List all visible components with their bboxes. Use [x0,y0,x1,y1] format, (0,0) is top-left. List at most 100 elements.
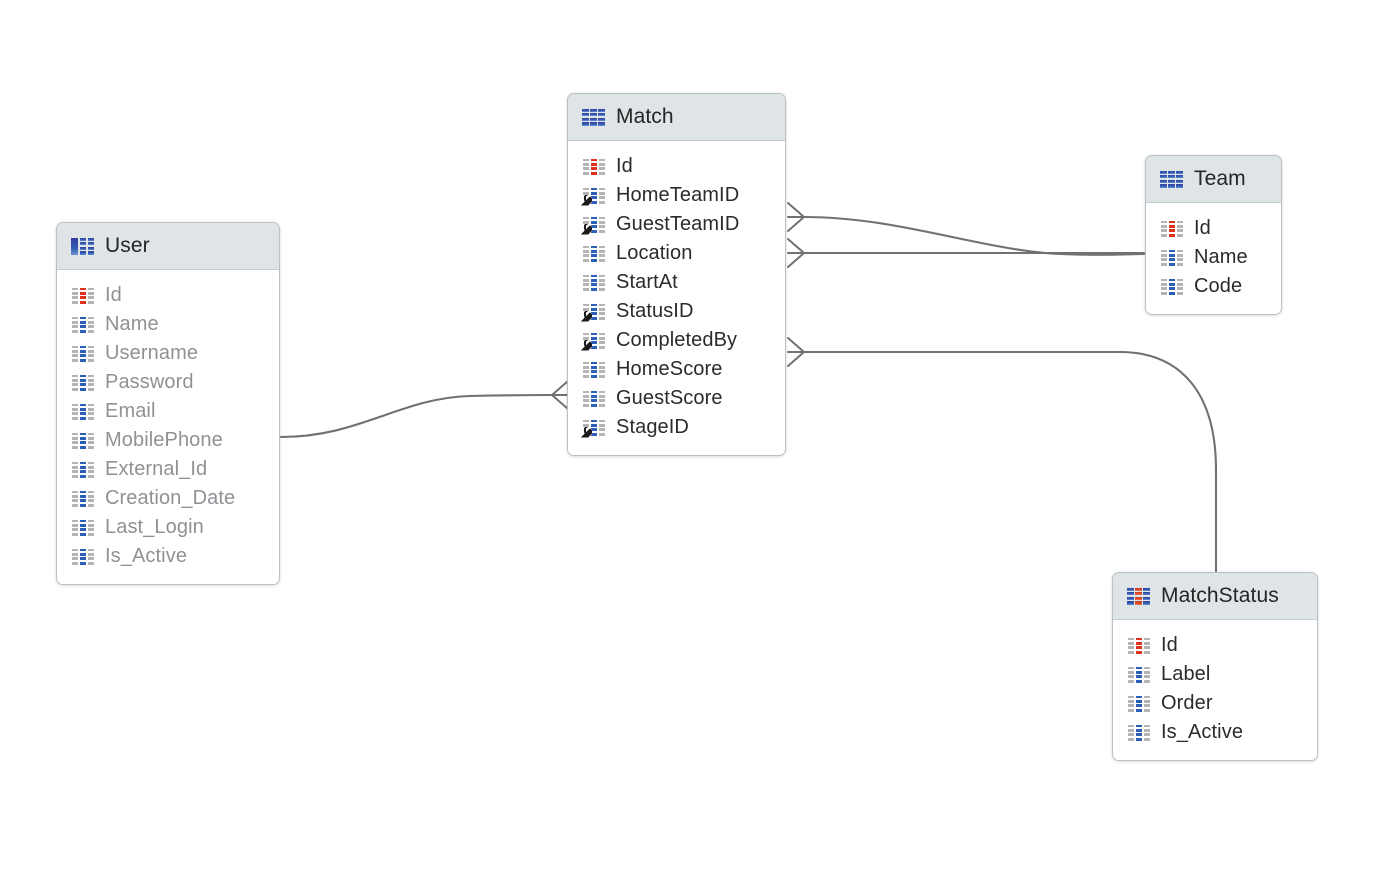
column-icon [72,374,94,391]
entity-matchstatus[interactable]: MatchStatus Id Label Order Is_Active [1112,572,1318,761]
relationship-line-match-team-home [802,215,1146,256]
entity-header-team[interactable]: Team [1146,156,1281,203]
column-foreign-key-icon [583,332,605,349]
column-foreign-key-icon [583,216,605,233]
entity-field[interactable]: Creation_Date [57,484,279,513]
entity-field-label: Password [105,371,194,393]
entity-field-label: Order [1161,692,1213,714]
column-icon [583,390,605,407]
entity-field-label: Location [616,242,693,264]
entity-field-label: Name [105,313,159,335]
entity-field[interactable]: CompletedBy [568,326,785,355]
entity-field[interactable]: StageID [568,413,785,442]
entity-field-label: Label [1161,663,1211,685]
table-key-icon [1127,587,1150,605]
entity-field[interactable]: External_Id [57,455,279,484]
entity-field-label: Id [1194,217,1211,239]
column-icon [583,274,605,291]
entity-field[interactable]: Name [1146,243,1281,272]
crowsfoot-match-team-home [787,202,805,232]
erd-canvas: User Id Name Username Password Email MobilePho… [0,0,1374,892]
crowsfoot-match-matchstatus [787,337,805,367]
entity-field[interactable]: Id [57,281,279,310]
entity-fields-user: Id Name Username Password Email MobilePhone Ex… [57,270,279,584]
entity-title: Match [616,105,674,128]
entity-field-label: Email [105,400,156,422]
entity-field[interactable]: StartAt [568,268,785,297]
entity-field[interactable]: Is_Active [1113,718,1317,747]
entity-field-label: MobilePhone [105,429,223,451]
entity-team[interactable]: Team Id Name Code [1145,155,1282,315]
column-icon [72,403,94,420]
entity-field[interactable]: Last_Login [57,513,279,542]
entity-fields-matchstatus: Id Label Order Is_Active [1113,620,1317,760]
entity-field-label: Id [616,155,633,177]
entity-field[interactable]: HomeTeamID [568,181,785,210]
column-foreign-key-icon [583,419,605,436]
entity-field[interactable]: Code [1146,272,1281,301]
relationship-line-match-matchstatus [802,350,1218,573]
column-icon [583,361,605,378]
column-icon [1128,724,1150,741]
entity-header-matchstatus[interactable]: MatchStatus [1113,573,1317,620]
column-icon [72,548,94,565]
entity-field-label: CompletedBy [616,329,738,351]
entity-field[interactable]: Username [57,339,279,368]
entity-field[interactable]: Id [1146,214,1281,243]
entity-title: User [105,234,150,257]
entity-title: MatchStatus [1161,584,1279,607]
entity-field[interactable]: MobilePhone [57,426,279,455]
column-icon [72,519,94,536]
entity-field[interactable]: GuestTeamID [568,210,785,239]
entity-title: Team [1194,167,1246,190]
entity-field-label: Is_Active [1161,721,1244,743]
entity-field-label: Id [1161,634,1178,656]
column-key-icon [583,158,605,175]
table-icon [582,108,605,126]
column-icon [1128,666,1150,683]
entity-field[interactable]: Label [1113,660,1317,689]
entity-field-label: StageID [616,416,689,438]
entity-field-label: Last_Login [105,516,204,538]
column-icon [72,432,94,449]
column-key-icon [1161,220,1183,237]
entity-field-label: GuestScore [616,387,723,409]
column-icon [72,461,94,478]
entity-fields-team: Id Name Code [1146,203,1281,314]
entity-field-label: Is_Active [105,545,188,567]
entity-field[interactable]: Location [568,239,785,268]
entity-fields-match: Id HomeTeamID GuestTeamID Location StartAt St… [568,141,785,455]
entity-field-label: External_Id [105,458,208,480]
entity-field-label: StatusID [616,300,694,322]
entity-field[interactable]: Email [57,397,279,426]
entity-field-label: HomeTeamID [616,184,740,206]
column-key-icon [1128,637,1150,654]
column-foreign-key-icon [583,303,605,320]
relationship-line-user-match [279,393,554,439]
entity-field[interactable]: HomeScore [568,355,785,384]
entity-field[interactable]: StatusID [568,297,785,326]
column-icon [583,245,605,262]
column-foreign-key-icon [583,187,605,204]
table-icon [1160,170,1183,188]
entity-field-label: GuestTeamID [616,213,740,235]
entity-field[interactable]: Password [57,368,279,397]
column-icon [1128,695,1150,712]
entity-field[interactable]: Id [568,152,785,181]
entity-field-label: Username [105,342,199,364]
column-icon [72,490,94,507]
entity-field[interactable]: GuestScore [568,384,785,413]
entity-field[interactable]: Id [1113,631,1317,660]
column-key-icon [72,287,94,304]
entity-field[interactable]: Order [1113,689,1317,718]
entity-header-user[interactable]: User [57,223,279,270]
entity-header-match[interactable]: Match [568,94,785,141]
entity-field[interactable]: Is_Active [57,542,279,571]
column-icon [72,316,94,333]
entity-field-label: HomeScore [616,358,723,380]
entity-user[interactable]: User Id Name Username Password Email MobilePho… [56,222,280,585]
entity-field[interactable]: Name [57,310,279,339]
entity-match[interactable]: Match Id HomeTeamID GuestTeamID Location Star… [567,93,786,456]
crowsfoot-match-team-guest [787,238,805,268]
table-icon [71,237,94,255]
